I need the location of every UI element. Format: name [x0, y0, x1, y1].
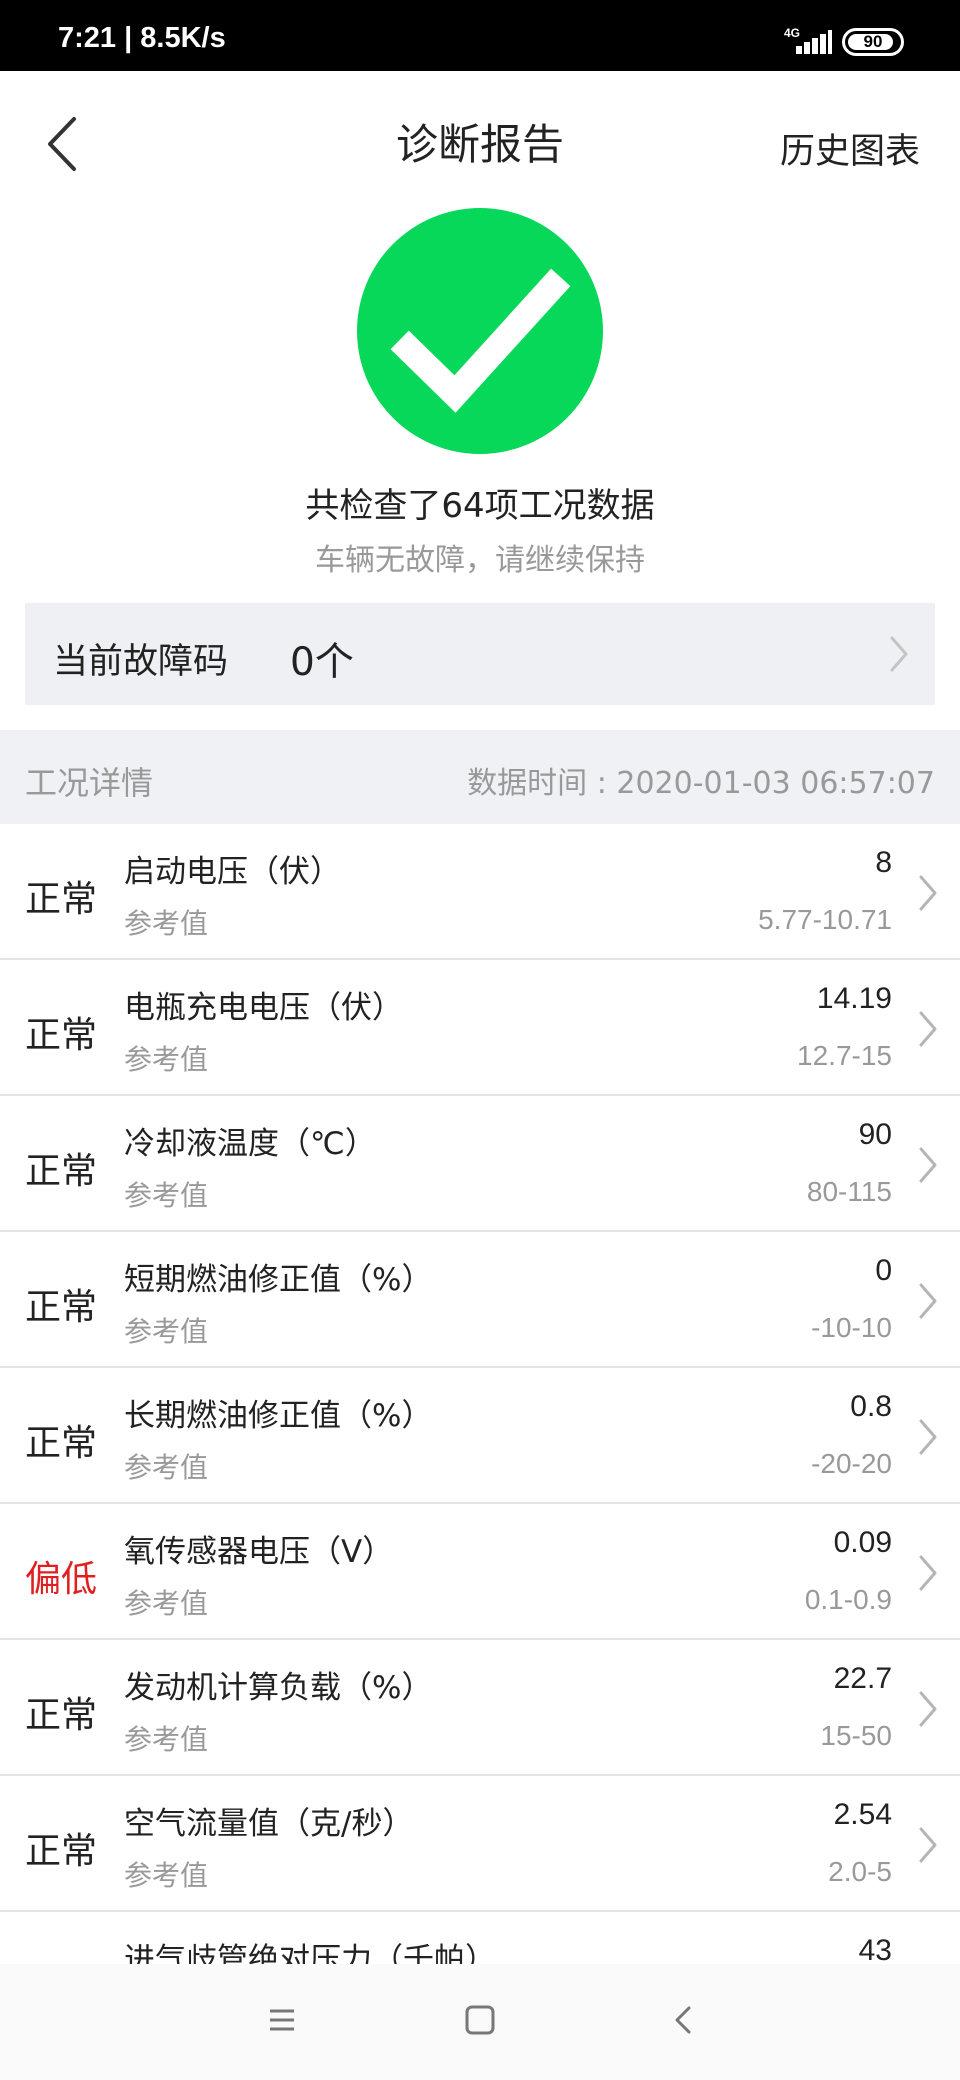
- chevron-right-icon: [919, 1011, 937, 1047]
- item-name: 氧传感器电压（V）: [124, 1534, 394, 1570]
- list-item[interactable]: 正常 空气流量值（克/秒） 参考值 2.54 2.0-5: [0, 1776, 960, 1912]
- list-item[interactable]: 正常 长期燃油修正值（%） 参考值 0.8 -20-20: [0, 1368, 960, 1504]
- reference-label: 参考值: [124, 1179, 209, 1212]
- reference-label: 参考值: [124, 1859, 209, 1892]
- system-back-button[interactable]: [664, 2000, 704, 2040]
- chevron-right-icon: [919, 875, 937, 911]
- item-value: 0: [875, 1254, 892, 1287]
- status-badge: 正常: [25, 1287, 98, 1328]
- list-item[interactable]: 正常 短期燃油修正值（%） 参考值 0 -10-10: [0, 1232, 960, 1368]
- section-header: 工况详情 数据时间 : 2020-01-03 06:57:07: [0, 730, 960, 824]
- status-bar: 7:21 | 8.5K/s 4G 90: [0, 0, 960, 71]
- status-badge: 正常: [25, 1831, 98, 1872]
- home-square-icon: [465, 2005, 495, 2035]
- reference-range: 0.1-0.9: [804, 1584, 892, 1615]
- list-item[interactable]: 正常 电瓶充电电压（伏） 参考值 14.19 12.7-15: [0, 960, 960, 1096]
- signal-icon: [796, 30, 832, 54]
- item-name: 电瓶充电电压（伏）: [124, 990, 403, 1026]
- list-item[interactable]: 偏低 氧传感器电压（V） 参考值 0.09 0.1-0.9: [0, 1504, 960, 1640]
- item-name: 冷却液温度（℃）: [124, 1126, 376, 1162]
- app-header: 诊断报告 历史图表: [0, 71, 960, 211]
- item-value: 2.54: [833, 1798, 892, 1831]
- check-icon: [390, 268, 571, 413]
- list-item[interactable]: 正常 启动电压（伏） 参考值 8 5.77-10.71: [0, 824, 960, 960]
- fault-code-count: 0个: [290, 640, 354, 685]
- battery-level: 90: [863, 32, 883, 51]
- reference-range: 12.7-15: [797, 1040, 892, 1071]
- chevron-right-icon: [919, 1283, 937, 1319]
- list-item[interactable]: 正常 冷却液温度（℃） 参考值 90 80-115: [0, 1096, 960, 1232]
- status-badge: 正常: [25, 879, 98, 920]
- status-badge: 正常: [25, 1015, 98, 1056]
- history-chart-button[interactable]: 历史图表: [780, 123, 920, 174]
- item-name: 长期燃油修正值（%）: [124, 1398, 433, 1434]
- reference-range: -20-20: [811, 1448, 892, 1479]
- reference-label: 参考值: [124, 1587, 209, 1620]
- item-name: 短期燃油修正值（%）: [124, 1262, 433, 1298]
- reference-label: 参考值: [124, 1723, 209, 1756]
- item-name: 启动电压（伏）: [124, 854, 341, 890]
- item-name: 空气流量值（克/秒）: [124, 1806, 414, 1842]
- item-value: 90: [858, 1118, 892, 1151]
- chevron-right-icon: [890, 636, 908, 672]
- chevron-right-icon: [919, 1555, 937, 1591]
- item-value: 22.7: [833, 1662, 892, 1695]
- chevron-right-icon: [919, 1147, 937, 1183]
- list-item[interactable]: 正常 发动机计算负载（%） 参考值 22.7 15-50: [0, 1640, 960, 1776]
- item-value: 0.09: [833, 1526, 892, 1559]
- chevron-right-icon: [919, 1827, 937, 1863]
- summary-subtitle: 车辆无故障，请继续保持: [315, 543, 645, 578]
- status-badge: 正常: [25, 1695, 98, 1736]
- status-time: 7:21 | 8.5K/s: [58, 22, 226, 54]
- menu-button[interactable]: [262, 2000, 302, 2040]
- item-value: 8: [875, 846, 892, 879]
- reference-label: 参考值: [124, 1451, 209, 1484]
- fault-code-label: 当前故障码: [53, 642, 229, 682]
- item-name: 进气歧管绝对压力（千帕）: [124, 1942, 496, 1964]
- current-fault-code-row[interactable]: 当前故障码 0个: [25, 603, 935, 705]
- reference-label: 参考值: [124, 1043, 209, 1076]
- condition-list: 正常 启动电压（伏） 参考值 8 5.77-10.71 正常 电瓶充电电压（伏）…: [0, 824, 960, 1964]
- list-item[interactable]: 正常 进气歧管绝对压力（千帕） 43: [0, 1912, 960, 1964]
- reference-range: -10-10: [811, 1312, 892, 1343]
- item-value: 14.19: [816, 982, 892, 1015]
- reference-range: 2.0-5: [828, 1856, 892, 1887]
- chevron-right-icon: [919, 1691, 937, 1727]
- system-navigation-bar: [0, 1964, 960, 2080]
- summary-title: 共检查了64项工况数据: [305, 486, 655, 526]
- status-badge: 偏低: [25, 1559, 98, 1600]
- section-title: 工况详情: [25, 764, 154, 802]
- reference-label: 参考值: [124, 1315, 209, 1348]
- reference-range: 5.77-10.71: [758, 904, 892, 935]
- item-value: 0.8: [850, 1390, 892, 1423]
- status-badge: 正常: [25, 1423, 98, 1464]
- menu-icon: [270, 2009, 294, 2031]
- chevron-right-icon: [919, 1419, 937, 1455]
- item-name: 发动机计算负载（%）: [124, 1670, 433, 1706]
- home-button[interactable]: [460, 2000, 500, 2040]
- reference-label: 参考值: [124, 907, 209, 940]
- item-value: 43: [858, 1934, 892, 1964]
- battery-icon: 90: [842, 28, 904, 56]
- success-badge: [357, 208, 603, 454]
- data-timestamp: 数据时间 : 2020-01-03 06:57:07: [467, 766, 935, 801]
- reference-range: 15-50: [820, 1720, 892, 1751]
- status-badge: 正常: [25, 1151, 98, 1192]
- nav-back-icon: [675, 2006, 691, 2034]
- reference-range: 80-115: [806, 1176, 892, 1207]
